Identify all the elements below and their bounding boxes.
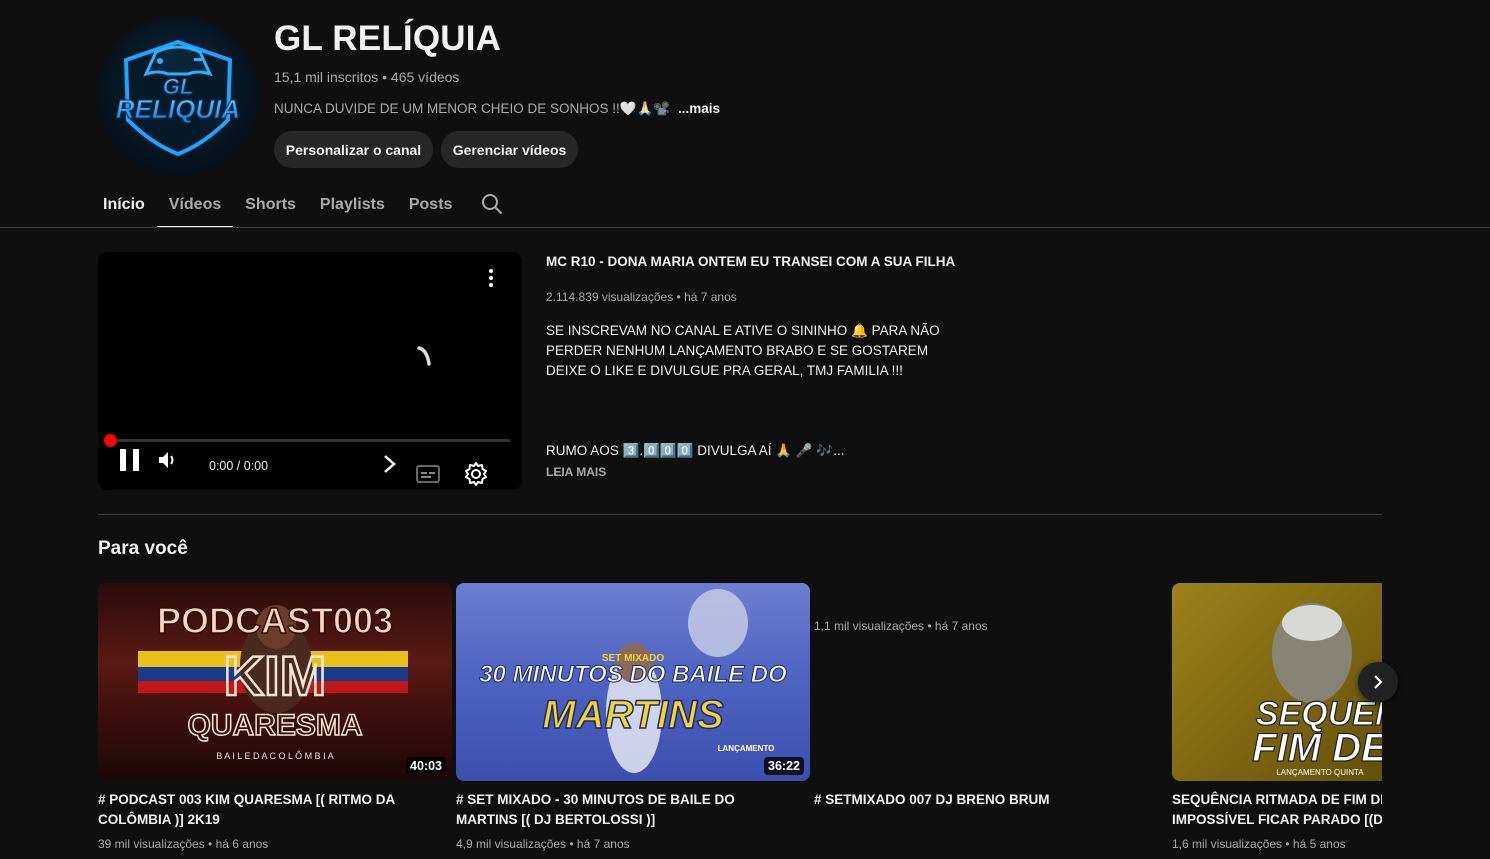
thumb-text: QUARESMA [187, 709, 362, 742]
more-link[interactable]: ...mais [678, 101, 720, 116]
thumb-text: FIM DE [1252, 726, 1382, 770]
thumb-text: B A I L E D A C O L Ô M B I A [216, 751, 333, 761]
customize-channel-button[interactable]: Personalizar o canal [274, 131, 433, 168]
thumb-text: KIM [224, 644, 327, 707]
video-duration: 40:03 [406, 757, 446, 775]
video-thumbnail[interactable]: SET MIXADO 30 MINUTOS DO BAILE DO MARTIN… [456, 583, 810, 781]
tab-playlists[interactable]: Playlists [308, 182, 397, 228]
video-title[interactable]: # SET MIXADO - 30 MINUTOS DE BAILE DO MA… [456, 790, 796, 830]
video-title[interactable]: # SETMIXADO 007 DJ BRENO BRUM [814, 790, 1154, 810]
channel-title: GL RELÍQUIA [274, 19, 502, 58]
shelf-next-button[interactable] [1358, 662, 1398, 702]
section-title: Para você [98, 538, 188, 559]
chevron-right-icon[interactable] [380, 452, 400, 476]
video-player[interactable]: 0:00 / 0:00 [98, 252, 522, 490]
pause-icon[interactable] [118, 446, 142, 474]
tab-shorts[interactable]: Shorts [233, 182, 308, 228]
more-vert-icon[interactable] [481, 266, 501, 290]
progress-scrubber[interactable] [104, 434, 117, 447]
tabs-divider [0, 227, 1490, 228]
video-title[interactable]: SEQUÊNCIA RITMADA DE FIM DE ANO - IMPOSS… [1172, 790, 1382, 830]
settings-gear-icon[interactable] [463, 461, 489, 487]
volume-icon[interactable] [156, 448, 180, 472]
thumb-text: LANÇAMENTO QUINTA [1276, 768, 1364, 777]
channel-logo: GL RELIQUIA [115, 39, 241, 157]
video-duration: 36:22 [764, 757, 804, 775]
video-card[interactable]: # SETMIXADO 007 DJ BRENO BRUM 1,1 mil vi… [814, 583, 1168, 807]
channel-avatar[interactable]: GL RELIQUIA [98, 16, 258, 176]
manage-videos-button[interactable]: Gerenciar vídeos [441, 131, 578, 168]
video-title[interactable]: # PODCAST 003 KIM QUARESMA [( RITMO DA C… [98, 790, 438, 830]
progress-bar[interactable] [108, 439, 510, 442]
read-more-link[interactable]: LEIA MAIS [546, 465, 606, 479]
logo-text-bottom: RELIQUIA [116, 94, 240, 124]
channel-description-text: NUNCA DUVIDE DE UM MENOR CHEIO DE SONHOS… [274, 101, 671, 116]
thumbnail-art: SET MIXADO 30 MINUTOS DO BAILE DO MARTIN… [479, 589, 788, 773]
video-meta: 1,1 mil visualizações • há 7 anos [814, 619, 988, 633]
thumb-text: PODCAST003 [157, 600, 393, 641]
search-icon[interactable] [480, 192, 504, 216]
video-meta: 1,6 mil visualizações • há 5 anos [1172, 837, 1346, 851]
video-meta: 4,9 mil visualizações • há 7 anos [456, 837, 630, 851]
video-thumbnail[interactable]: PODCAST003 KIM QUARESMA B A I L E D A C … [98, 583, 452, 781]
channel-tabs: Início Vídeos Shorts Playlists Posts [98, 182, 464, 228]
tab-videos[interactable]: Vídeos [156, 182, 234, 228]
video-meta: 39 mil visualizações • há 6 anos [98, 837, 269, 851]
video-thumbnail[interactable]: SEQUENC FIM DE LANÇAMENTO QUINTA [1172, 583, 1382, 781]
thumb-text: 30 MINUTOS DO BAILE DO [479, 661, 787, 688]
chevron-right-icon [1374, 675, 1383, 689]
thumb-text: MARTINS [542, 693, 724, 737]
featured-video-meta: 2.114.839 visualizações • há 7 anos [546, 290, 737, 304]
loading-spinner-icon [417, 346, 431, 366]
thumbnail-art: PODCAST003 KIM QUARESMA B A I L E D A C … [138, 599, 408, 761]
video-card[interactable]: PODCAST003 KIM QUARESMA B A I L E D A C … [98, 583, 452, 851]
video-thumbnail[interactable] [814, 583, 1168, 781]
thumbnail-art: SEQUENC FIM DE LANÇAMENTO QUINTA [1172, 583, 1382, 781]
description-line: SE INSCREVAM NO CANAL E ATIVE O SININHO … [546, 323, 940, 338]
time-display: 0:00 / 0:00 [209, 459, 269, 473]
featured-description-tail: RUMO AOS 3️⃣.0️⃣0️⃣0️⃣ DIVULGA AÍ 🙏 🎤 🎶.… [546, 443, 845, 458]
video-card[interactable]: SEQUENC FIM DE LANÇAMENTO QUINTA SEQUÊNC… [1172, 583, 1382, 851]
featured-video-description: SE INSCREVAM NO CANAL E ATIVE O SININHO … [546, 321, 946, 381]
video-shelf: PODCAST003 KIM QUARESMA B A I L E D A C … [98, 583, 1382, 859]
channel-stats: 15,1 mil inscritos • 465 vídeos [274, 69, 460, 85]
description-line: DEIXE O LIKE E DIVULGUE PRA GERAL, TMJ F… [546, 363, 903, 378]
subtitles-icon[interactable] [416, 462, 440, 486]
tab-home[interactable]: Início [98, 182, 157, 228]
description-line: PERDER NENHUM LANÇAMENTO BRABO E SE GOST… [546, 343, 929, 358]
thumb-text: LANÇAMENTO [718, 744, 775, 753]
featured-video-title[interactable]: MC R10 - DONA MARIA ONTEM EU TRANSEI COM… [546, 254, 956, 269]
section-divider [98, 514, 1382, 515]
tab-posts[interactable]: Posts [397, 182, 465, 228]
video-card[interactable]: SET MIXADO 30 MINUTOS DO BAILE DO MARTIN… [456, 583, 810, 851]
channel-description[interactable]: NUNCA DUVIDE DE UM MENOR CHEIO DE SONHOS… [274, 101, 720, 117]
